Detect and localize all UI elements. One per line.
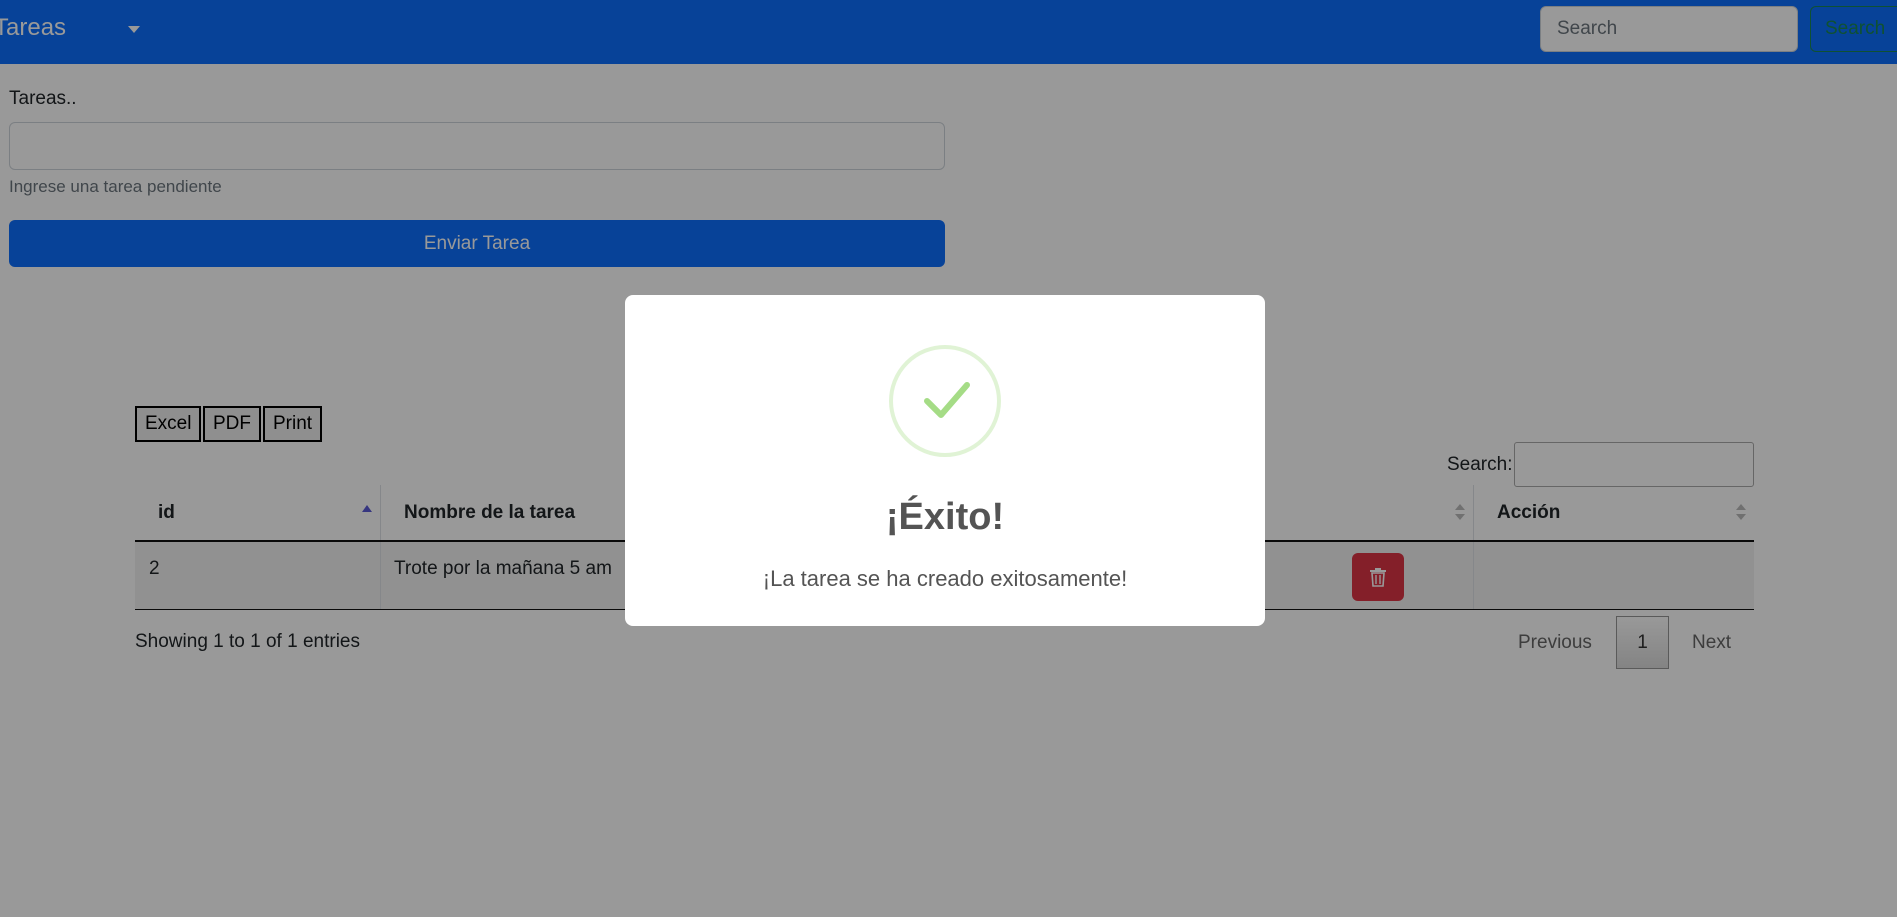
success-dialog: ¡Éxito! ¡La tarea se ha creado exitosame…	[625, 295, 1265, 626]
dialog-text: ¡La tarea se ha creado exitosamente!	[762, 566, 1128, 591]
dialog-title: ¡Éxito!	[885, 496, 1005, 538]
success-check-icon	[889, 345, 1001, 457]
